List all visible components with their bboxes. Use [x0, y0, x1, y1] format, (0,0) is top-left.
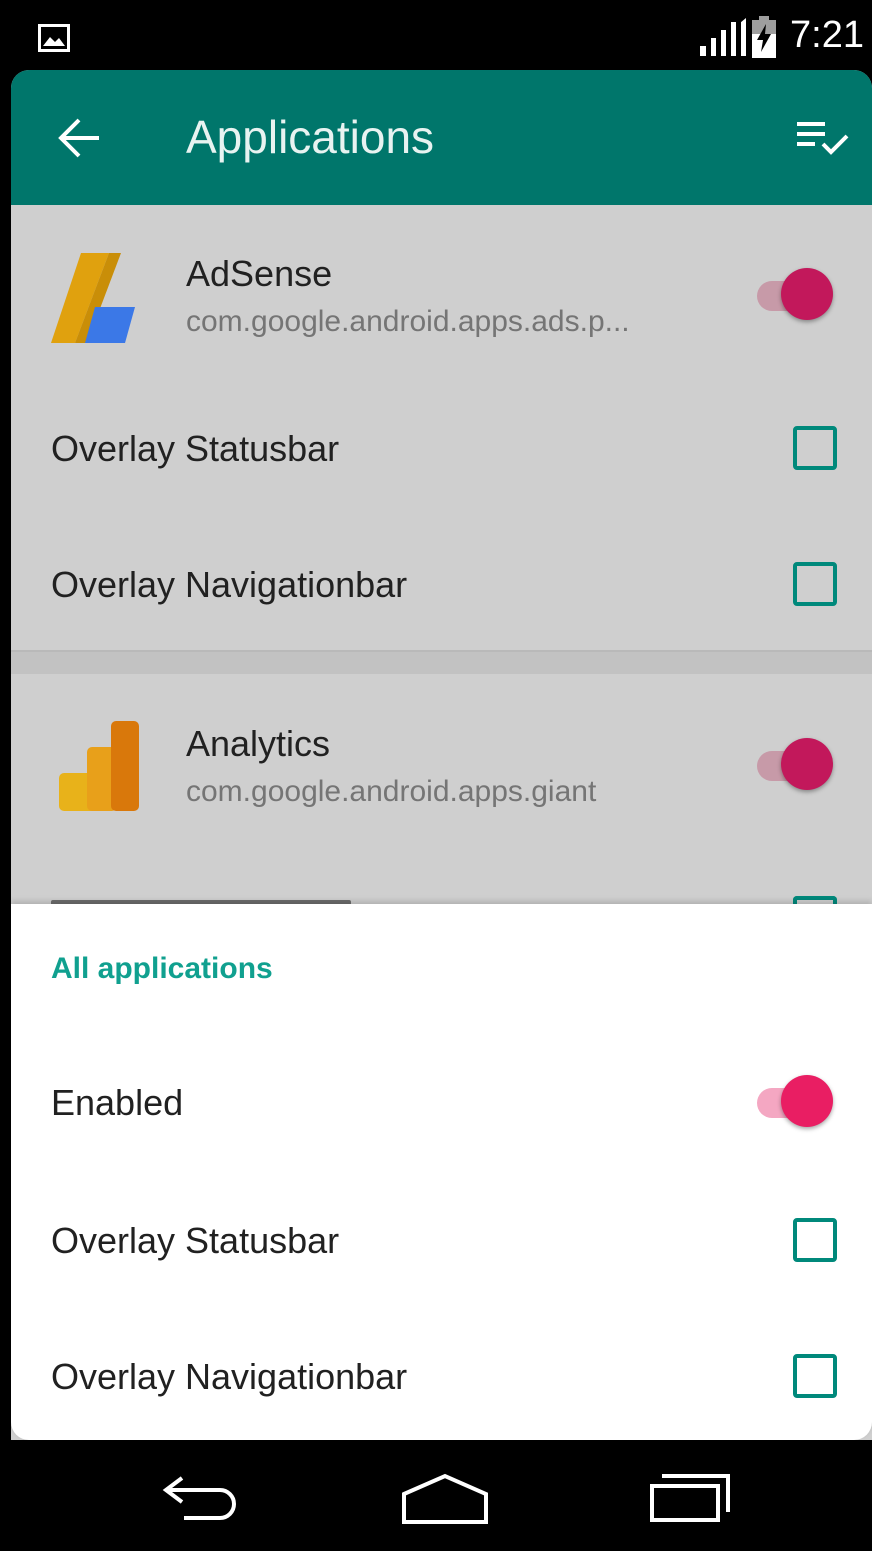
- all-overlay-statusbar-checkbox[interactable]: [793, 1218, 837, 1262]
- back-nav-icon[interactable]: [160, 1468, 244, 1524]
- select-all-list-icon[interactable]: [793, 116, 853, 160]
- app-enabled-switch[interactable]: [753, 737, 837, 793]
- phone-screen: 7:21 Applications AdSense com.google.and…: [0, 0, 872, 1551]
- app-name: Analytics: [186, 723, 331, 764]
- option-label: Overlay Statusbar: [51, 428, 340, 469]
- enabled-label: Enabled: [51, 1082, 184, 1123]
- app-row-analytics: Analytics com.google.android.apps.giant: [11, 705, 872, 835]
- section-header: All applications: [51, 952, 273, 985]
- option-label: Overlay Navigationbar: [51, 1356, 408, 1397]
- all-apps-enabled-switch[interactable]: [753, 1074, 837, 1130]
- battery-charging-icon: [752, 16, 776, 58]
- bottom-sheet: All applications Enabled Overlay Statusb…: [11, 904, 872, 1440]
- page-title: Applications: [186, 111, 435, 163]
- app-enabled-switch[interactable]: [753, 267, 837, 323]
- app-row-adsense: AdSense com.google.android.apps.ads.p...: [11, 235, 872, 365]
- toolbar: Applications: [11, 70, 872, 205]
- overlay-navigationbar-checkbox[interactable]: [793, 562, 837, 606]
- signal-icon: [700, 18, 746, 56]
- adsense-logo-icon: [51, 253, 135, 343]
- status-bar: 7:21: [0, 0, 872, 70]
- option-label: Overlay Navigationbar: [51, 564, 408, 605]
- image-notification-icon: [38, 24, 70, 52]
- option-label: Overlay Statusbar: [51, 1220, 340, 1261]
- analytics-logo-icon: [59, 721, 139, 811]
- status-time: 7:21: [790, 14, 864, 56]
- app-package: com.google.android.apps.giant: [186, 775, 597, 808]
- arrow-back-icon[interactable]: [53, 110, 109, 166]
- recents-nav-icon[interactable]: [648, 1468, 732, 1524]
- all-overlay-navigationbar-checkbox[interactable]: [793, 1354, 837, 1398]
- navigation-bar: [0, 1440, 872, 1551]
- overlay-statusbar-checkbox[interactable]: [793, 426, 837, 470]
- app-name: AdSense: [186, 253, 333, 294]
- home-nav-icon[interactable]: [400, 1472, 490, 1526]
- list-divider: [11, 650, 872, 674]
- app-package: com.google.android.apps.ads.p...: [186, 305, 630, 338]
